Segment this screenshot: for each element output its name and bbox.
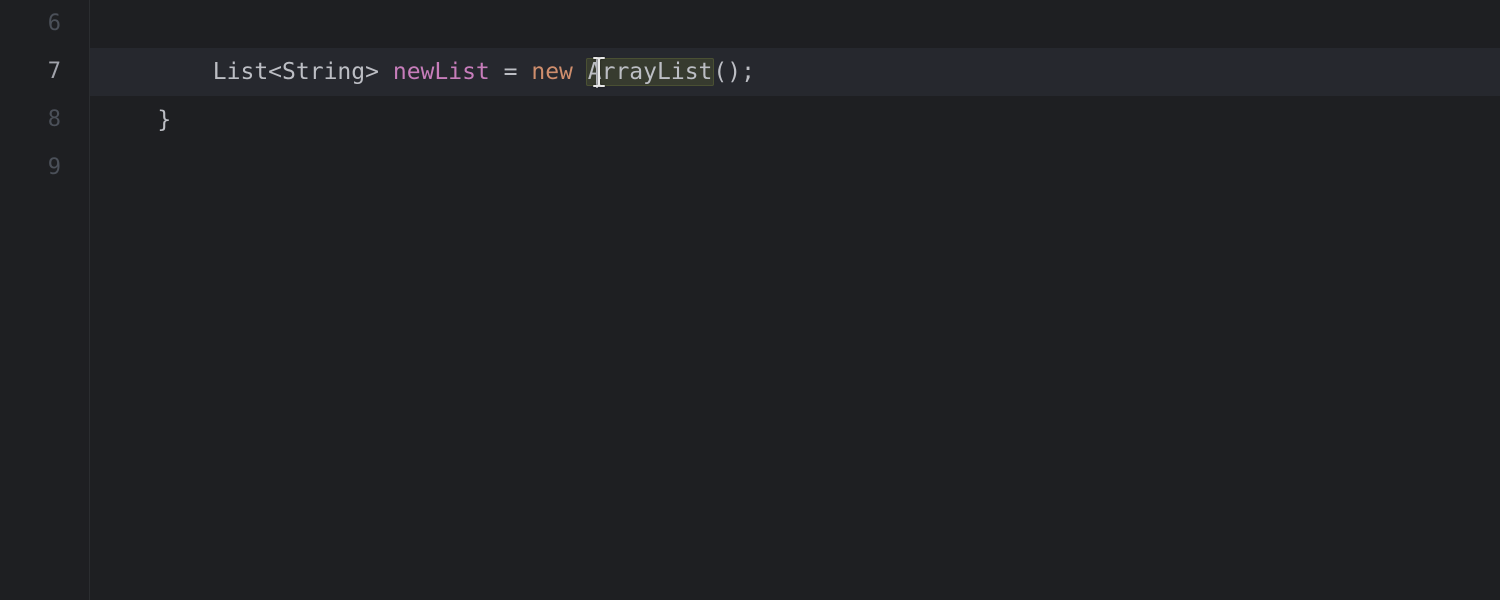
line-number[interactable]: 7 <box>0 48 61 96</box>
code-token: > <box>365 59 379 85</box>
line-number[interactable]: 6 <box>0 0 61 48</box>
code-token: List <box>213 59 268 85</box>
code-token: newList <box>393 59 490 85</box>
code-token: String <box>282 59 365 85</box>
code-token: } <box>157 107 171 133</box>
code-line[interactable] <box>90 144 1500 192</box>
line-number[interactable]: 8 <box>0 96 61 144</box>
code-editor-area[interactable]: List<String> newList = new ArrayList(); … <box>90 0 1500 600</box>
code-line[interactable]: } <box>90 96 1500 144</box>
code-token: () <box>713 59 741 85</box>
code-line[interactable]: List<String> newList = new ArrayList(); <box>90 48 1500 96</box>
code-token: new <box>531 59 573 85</box>
text-caret <box>596 58 598 88</box>
code-token: < <box>268 59 282 85</box>
editor-container: 6 7 8 9 List<String> newList = new Array… <box>0 0 1500 600</box>
code-token: ; <box>741 59 755 85</box>
line-number-gutter: 6 7 8 9 <box>0 0 90 600</box>
code-line[interactable] <box>90 0 1500 48</box>
code-token: = <box>504 59 518 85</box>
code-token: ArrayList <box>586 58 715 86</box>
line-number[interactable]: 9 <box>0 144 61 192</box>
